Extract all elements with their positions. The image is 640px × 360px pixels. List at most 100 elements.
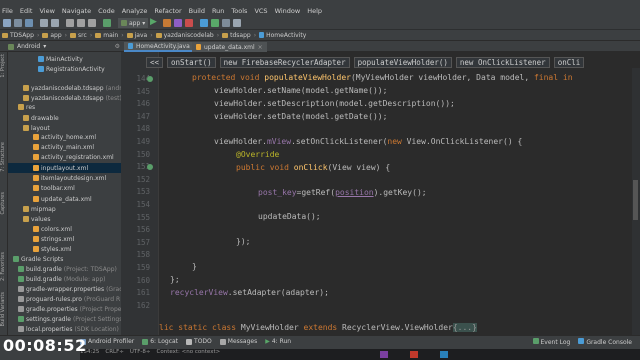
tree-item[interactable]: gradle-wrapper.properties(Gradl <box>8 284 121 294</box>
undo-icon[interactable] <box>40 19 48 27</box>
line-number[interactable]: 157 <box>121 238 150 247</box>
line-number[interactable]: 158 <box>121 250 150 259</box>
line-number[interactable]: 144 <box>121 74 150 83</box>
stop-icon[interactable] <box>185 19 193 27</box>
tree-item[interactable]: itemlayoutdesign.xml <box>8 173 121 183</box>
tree-item[interactable]: activity_home.xml <box>8 132 121 142</box>
menu-vcs[interactable]: VCS <box>254 7 267 15</box>
tool-tab-favorites[interactable]: 2: Favorites <box>0 252 8 281</box>
encoding[interactable]: UTF-8÷ <box>130 349 151 355</box>
debug-icon[interactable] <box>163 19 171 27</box>
tree-item[interactable]: strings.xml <box>8 234 121 244</box>
tool-tab-structure[interactable]: 7: Structure <box>0 142 8 172</box>
breadcrumb-item[interactable]: TDSApp <box>2 32 34 39</box>
avd-manager-icon[interactable] <box>211 19 219 27</box>
menu-file[interactable]: File <box>2 7 13 15</box>
code-editor[interactable]: protected void populateViewHolder(MyView… <box>159 52 640 335</box>
menu-analyze[interactable]: Analyze <box>122 7 148 15</box>
tree-item[interactable]: settings.gradle (Project Settings) <box>8 314 121 324</box>
line-number[interactable]: 160 <box>121 276 150 285</box>
tree-item[interactable]: build.gradle (Project: TDSApp) <box>8 264 121 274</box>
breadcrumb-item[interactable]: src <box>70 32 87 39</box>
tool-tab-build-variants[interactable]: Build Variants <box>0 292 8 326</box>
tree-item[interactable]: styles.xml <box>8 244 121 254</box>
line-number[interactable]: 149 <box>121 137 150 146</box>
menu-refactor[interactable]: Refactor <box>154 7 181 15</box>
line-number[interactable]: 146 <box>121 99 150 108</box>
tree-item[interactable]: MainActivity <box>8 54 121 64</box>
override-gutter-icon[interactable] <box>147 164 153 171</box>
menu-edit[interactable]: Edit <box>20 7 33 15</box>
save-icon[interactable] <box>14 19 22 27</box>
tree-item[interactable]: toolbar.xml <box>8 183 121 193</box>
sync-icon[interactable] <box>25 19 33 27</box>
tree-item[interactable]: build.gradle (Module: app) <box>8 274 121 284</box>
code-breadcrumb-item[interactable]: populateViewHolder() <box>353 56 452 68</box>
tree-item[interactable]: mipmap <box>8 204 121 214</box>
tree-item[interactable]: res <box>8 102 121 112</box>
tool-tab-project[interactable]: 1: Project <box>0 54 8 78</box>
sdk-manager-icon[interactable] <box>200 19 208 27</box>
code-breadcrumb-item[interactable]: new OnClickListener <box>455 56 550 68</box>
line-number[interactable]: 161 <box>121 288 150 297</box>
tool-tab-messages[interactable]: Messages <box>219 338 257 345</box>
code-breadcrumb-item[interactable]: onStart() <box>167 56 216 68</box>
code-breadcrumb-item[interactable]: new FirebaseRecyclerAdapter <box>219 56 350 68</box>
breadcrumb-item[interactable]: tdsapp <box>222 32 251 39</box>
tab-home-activity[interactable]: HomeActivity.java × <box>124 42 202 52</box>
menu-tools[interactable]: Tools <box>231 7 247 15</box>
line-number[interactable]: 145 <box>121 87 150 96</box>
tree-item[interactable]: drawable <box>8 113 121 123</box>
line-number[interactable]: 148 <box>121 124 150 133</box>
open-folder-icon[interactable] <box>3 19 11 27</box>
override-gutter-icon[interactable] <box>147 76 153 82</box>
tab-update-data[interactable]: update_data.xml × <box>192 42 267 52</box>
device-monitor-icon[interactable] <box>222 19 230 27</box>
breadcrumb-item[interactable]: yazdaniscodelab <box>155 32 214 39</box>
tool-tab-todo[interactable]: TODO <box>186 338 212 345</box>
app-icon[interactable] <box>410 351 418 358</box>
run-icon[interactable]: ▶ <box>150 17 157 27</box>
code-breadcrumb-back[interactable]: << <box>146 56 164 68</box>
line-number[interactable]: 152 <box>121 175 150 184</box>
line-number[interactable]: 153 <box>121 187 150 196</box>
tree-item[interactable]: gradle.properties (Project Prope <box>8 304 121 314</box>
paste-icon[interactable] <box>88 19 96 27</box>
breadcrumb-item[interactable]: HomeActivity <box>259 32 306 39</box>
tree-item[interactable]: colors.xml <box>8 224 121 234</box>
breadcrumb-item[interactable]: java <box>126 32 147 39</box>
breadcrumb-item[interactable]: main <box>95 32 118 39</box>
close-icon[interactable]: × <box>258 44 263 51</box>
event-log-button[interactable]: Event Log <box>532 338 570 346</box>
tree-item[interactable]: activity_main.xml <box>8 142 121 152</box>
line-number[interactable]: 150 <box>121 150 150 159</box>
help-icon[interactable] <box>233 19 241 27</box>
tree-item[interactable]: local.properties (SDK Location) <box>8 324 121 334</box>
tree-item[interactable]: update_data.xml <box>8 194 121 204</box>
gradle-console-button[interactable]: Gradle Console <box>578 338 632 346</box>
context[interactable]: Context: <no context> <box>157 349 221 355</box>
menu-code[interactable]: Code <box>98 7 115 15</box>
tree-item[interactable]: RegistrationActivity <box>8 64 121 74</box>
tree-item[interactable]: proguard-rules.pro (ProGuard R <box>8 294 121 304</box>
tree-item[interactable]: inputlayout.xml <box>8 163 121 173</box>
menu-build[interactable]: Build <box>189 7 205 15</box>
tree-item[interactable]: yazdaniscodelab.tdsapp (andr <box>8 83 121 93</box>
line-number[interactable]: 147 <box>121 112 150 121</box>
line-separator[interactable]: CRLF÷ <box>105 349 124 355</box>
copy-icon[interactable] <box>77 19 85 27</box>
tool-tab-run[interactable]: ▶ 4: Run <box>265 338 291 345</box>
tool-tab-captures[interactable]: Captures <box>0 192 8 215</box>
app-icon[interactable] <box>380 351 388 358</box>
breadcrumb-item[interactable]: app <box>42 32 62 39</box>
menu-window[interactable]: Window <box>275 7 301 15</box>
tool-tab-logcat[interactable]: 6: Logcat <box>142 338 178 345</box>
tool-tab-profiler[interactable]: Android Profiler <box>80 338 134 345</box>
menu-view[interactable]: View <box>39 7 54 15</box>
menu-help[interactable]: Help <box>307 7 322 15</box>
line-number[interactable]: 159 <box>121 263 150 272</box>
run-config-select[interactable]: app ▾ <box>118 18 149 28</box>
profile-icon[interactable] <box>174 19 182 27</box>
line-number[interactable]: 154 <box>121 200 150 209</box>
cut-icon[interactable] <box>66 19 74 27</box>
